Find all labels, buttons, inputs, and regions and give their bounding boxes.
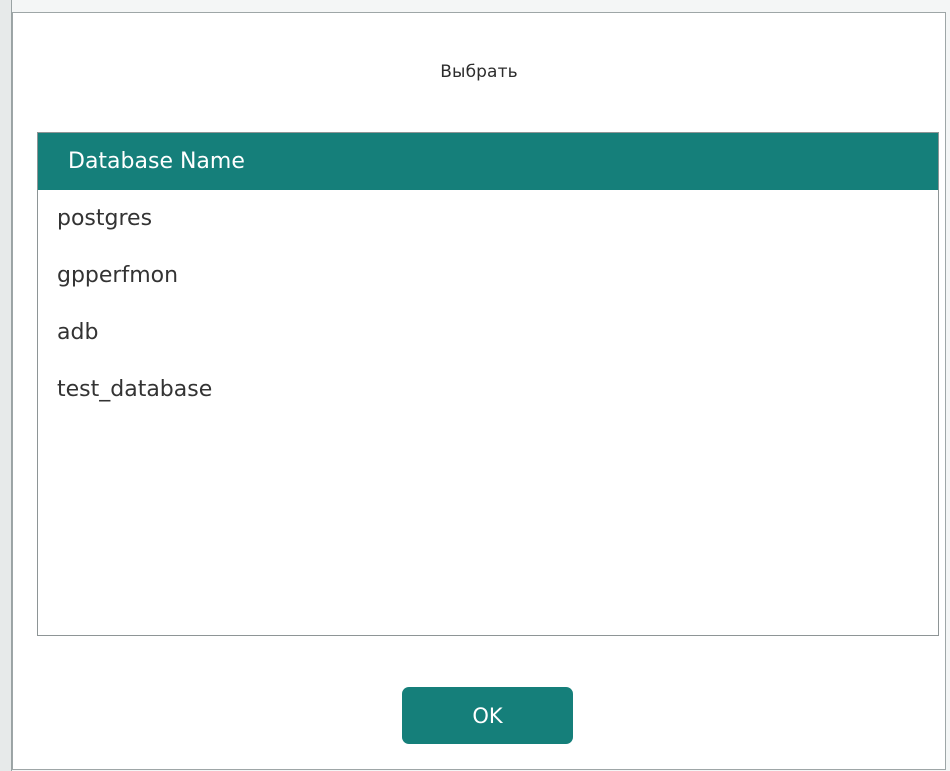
database-name-column-header: Database Name xyxy=(38,133,938,190)
database-list: Database Name postgres gpperfmon adb tes… xyxy=(37,132,939,636)
database-list-items: postgres gpperfmon adb test_database xyxy=(38,190,938,418)
database-row-test-database[interactable]: test_database xyxy=(38,361,938,418)
ok-button[interactable]: OK xyxy=(402,687,573,744)
database-row-gpperfmon[interactable]: gpperfmon xyxy=(38,247,938,304)
underlying-window-edge xyxy=(0,0,12,771)
dialog-title: Выбрать xyxy=(440,62,518,82)
database-row-adb[interactable]: adb xyxy=(38,304,938,361)
select-database-dialog: Выбрать Database Name postgres gpperfmon… xyxy=(12,12,946,770)
database-row-postgres[interactable]: postgres xyxy=(38,190,938,247)
